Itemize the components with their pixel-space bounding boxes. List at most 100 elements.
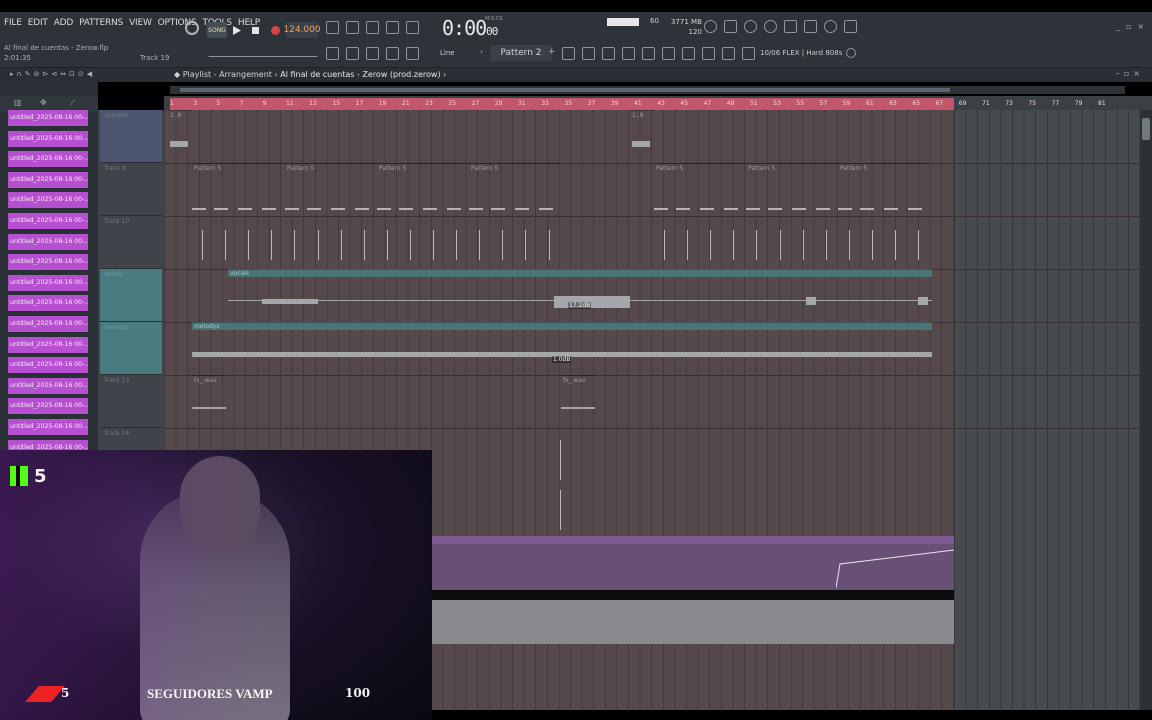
picker-clip-item[interactable]: untitled_2025-08-16 00-... xyxy=(8,233,88,250)
picker-clip-item[interactable]: untitled_2025-08-16 00-... xyxy=(8,151,88,168)
menu-add[interactable]: ADD xyxy=(54,18,74,28)
pencil-icon[interactable] xyxy=(366,47,379,60)
clip-pattern[interactable]: Pattern 5 xyxy=(192,163,284,215)
clip-vocals-header[interactable]: vocals xyxy=(228,269,932,277)
picker-clip-item[interactable]: untitled_2025-08-16 00-... xyxy=(8,295,88,312)
clip-pattern[interactable]: Pattern 5 xyxy=(469,163,561,215)
record-button[interactable] xyxy=(268,22,282,38)
help-icon[interactable] xyxy=(764,20,777,33)
playlist-tools-icon[interactable]: ▸∩✎⊘⊳⊲⇔⊡⊙◀ xyxy=(10,70,95,78)
plugin-picker-icon[interactable] xyxy=(642,47,655,60)
add-pattern-icon[interactable]: + xyxy=(548,47,556,57)
channel-rack-icon[interactable] xyxy=(582,47,595,60)
microphone-icon[interactable] xyxy=(744,20,757,33)
menu-edit[interactable]: EDIT xyxy=(28,18,48,28)
clip-pattern[interactable]: Pattern 5 xyxy=(654,163,746,215)
playlist-icon[interactable] xyxy=(562,47,575,60)
hit-marker xyxy=(687,230,689,260)
clip-fx[interactable]: fx_.wav xyxy=(561,375,597,427)
blend-icon[interactable] xyxy=(386,21,399,34)
pattern-selector[interactable]: Pattern 2 xyxy=(490,45,552,61)
clip-pattern[interactable]: Pattern 5 xyxy=(746,163,838,215)
clip-hits[interactable] xyxy=(192,216,932,269)
picker-clip-item[interactable]: untitled_2025-08-16 00-... xyxy=(8,274,88,291)
clip-sampler[interactable]: 1..8 xyxy=(630,110,654,162)
loop-record-icon[interactable] xyxy=(406,21,419,34)
picker-clip-item[interactable]: untitled_2025-08-16 00-... xyxy=(8,377,88,394)
picker-clip-item[interactable]: untitled_2025-08-16 00-... xyxy=(8,192,88,209)
picker-clip-item[interactable]: untitled_2025-08-16 00-... xyxy=(8,110,88,126)
download-icon[interactable] xyxy=(844,20,857,33)
audio-clip-waveform[interactable] xyxy=(432,600,954,644)
plugin-icon[interactable] xyxy=(682,47,695,60)
grid-empty-area[interactable] xyxy=(954,110,1144,710)
track-header-1[interactable]: Sampler xyxy=(100,110,162,163)
mixer-icon[interactable] xyxy=(602,47,615,60)
link-icon[interactable] xyxy=(386,47,399,60)
hit-marker xyxy=(456,230,458,260)
browser-icon[interactable] xyxy=(622,47,635,60)
picker-slice-icon[interactable]: ⟋ xyxy=(70,98,76,108)
hit-marker xyxy=(294,230,296,260)
track-header-3[interactable]: Track 10 xyxy=(100,216,162,269)
song-mode-toggle[interactable]: SONG xyxy=(207,22,227,38)
save-icon[interactable] xyxy=(784,20,797,33)
chevron-right-icon[interactable]: › xyxy=(480,47,483,56)
ruler-bar-number: 81 xyxy=(1098,100,1106,107)
vertical-scroll-thumb[interactable] xyxy=(1142,118,1150,140)
picker-clip-item[interactable]: untitled_2025-08-16 00-... xyxy=(8,130,88,147)
news-info-icon[interactable] xyxy=(846,48,856,58)
ruler-bar-number: 19 xyxy=(378,100,387,107)
picker-clip-item[interactable]: untitled_2025-08-16 00-... xyxy=(8,336,88,353)
clip-pattern[interactable]: Pattern 5 xyxy=(285,163,377,215)
clip-sampler[interactable]: 1..8 xyxy=(168,110,192,162)
metronome-icon[interactable] xyxy=(184,20,200,36)
tempo-display[interactable]: 124.000 xyxy=(283,22,321,38)
picker-clip-item[interactable]: untitled_2025-08-16 00-... xyxy=(8,357,88,374)
refresh-icon[interactable] xyxy=(704,20,717,33)
row-divider xyxy=(164,428,1144,429)
menu-view[interactable]: VIEW xyxy=(129,18,152,28)
menu-file[interactable]: FILE xyxy=(4,18,22,28)
main-volume-slider[interactable] xyxy=(208,47,318,57)
clip-fx[interactable]: fx_.wav xyxy=(192,375,228,427)
horizontal-scroll-thumb[interactable] xyxy=(180,88,950,92)
stop-button[interactable] xyxy=(248,22,262,38)
chat-icon[interactable] xyxy=(824,20,837,33)
typing-keyboard-icon[interactable] xyxy=(346,21,359,34)
edison-icon[interactable] xyxy=(722,47,735,60)
stamp-icon[interactable] xyxy=(406,47,419,60)
picker-move-icon[interactable]: ✥ xyxy=(40,98,47,107)
step-edit-icon[interactable] xyxy=(366,21,379,34)
picker-clip-item[interactable]: untitled_2025-08-16 00-... xyxy=(8,171,88,188)
touch-keyboard-icon[interactable] xyxy=(702,47,715,60)
track-header-6[interactable]: Track 13 xyxy=(100,375,162,428)
picker-menu-icon[interactable]: ▥ xyxy=(14,98,22,107)
snap-selector[interactable]: Line xyxy=(432,45,476,61)
cart-icon[interactable] xyxy=(742,47,755,60)
menu-patterns[interactable]: PATTERNS xyxy=(79,18,123,28)
track-header-5[interactable]: melodys xyxy=(100,322,162,375)
picker-clip-item[interactable]: untitled_2025-08-16 00-... xyxy=(8,254,88,271)
arrow-icon[interactable] xyxy=(346,47,359,60)
clip-pattern[interactable]: Pattern 5 xyxy=(838,163,930,215)
app-window-controls[interactable]: _▫× xyxy=(1116,22,1150,31)
playlist-window-controls[interactable]: –▫× xyxy=(1116,69,1144,78)
picker-clip-item[interactable]: untitled_2025-08-16 00-... xyxy=(8,315,88,332)
picker-clip-item[interactable]: untitled_2025-08-16 00-... xyxy=(8,398,88,415)
render-icon[interactable] xyxy=(804,20,817,33)
track-header-4[interactable]: vocals xyxy=(100,269,162,322)
row-divider xyxy=(164,375,1144,376)
track-header-2[interactable]: Track 9 xyxy=(100,163,162,216)
play-button[interactable] xyxy=(230,22,244,38)
picker-clip-item[interactable]: untitled_2025-08-16 00-... xyxy=(8,212,88,229)
pattern-song-icon[interactable] xyxy=(326,21,339,34)
picker-clip-item[interactable]: untitled_2025-08-16 00-... xyxy=(8,418,88,435)
clip-pattern[interactable]: Pattern 5 xyxy=(377,163,469,215)
mixer-cross-icon[interactable] xyxy=(724,20,737,33)
vertical-scrollbar[interactable] xyxy=(1140,110,1152,710)
clip-melodys-header[interactable]: melodys xyxy=(192,322,932,330)
piano-roll-icon[interactable] xyxy=(326,47,339,60)
clip-small-fx[interactable] xyxy=(556,430,566,536)
project-picker-icon[interactable] xyxy=(662,47,675,60)
